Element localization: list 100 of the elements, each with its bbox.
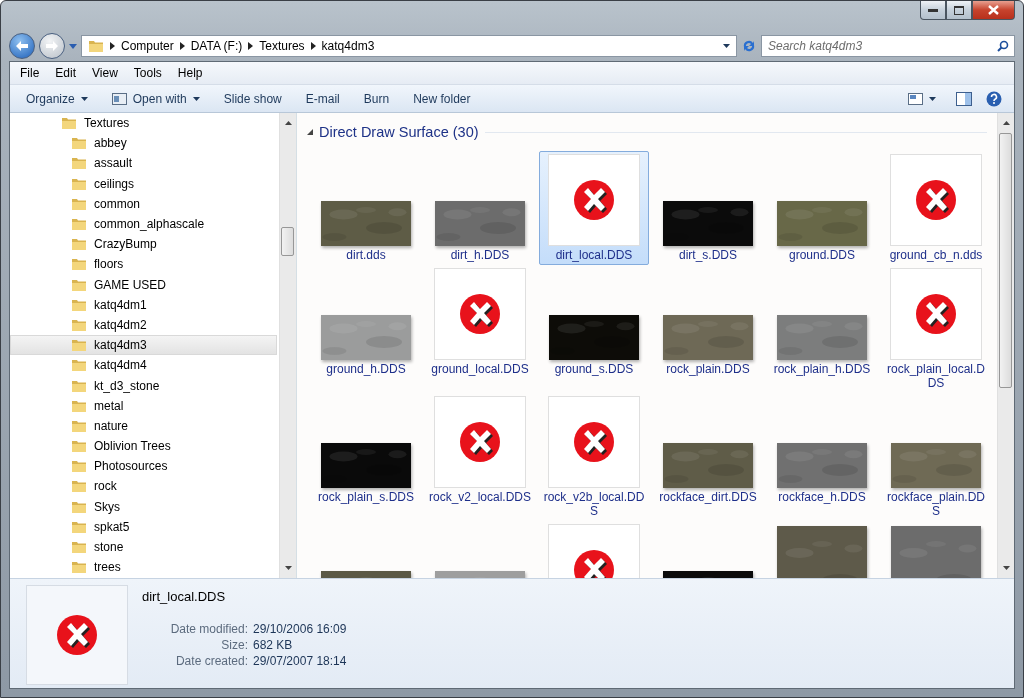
thumbnail-tile[interactable]: rockface_dirt.DDS	[653, 393, 763, 521]
folder-icon	[71, 519, 87, 534]
folder-icon	[71, 176, 87, 191]
menu-item[interactable]: Tools	[125, 66, 170, 80]
thumbnail-tile[interactable]: rock_plain.DDS	[653, 265, 763, 393]
scroll-up-icon[interactable]	[284, 121, 292, 125]
file-title: dirt_local.DDS	[142, 589, 227, 604]
folder-tree-item[interactable]: katq4dm4	[10, 355, 277, 376]
thumbnail-tile[interactable]: rockface_plain.DDS	[881, 393, 991, 521]
menu-item[interactable]: File	[12, 66, 48, 80]
menu-item[interactable]: Edit	[47, 66, 85, 80]
menu-item[interactable]: View	[84, 66, 126, 80]
error-icon	[55, 613, 99, 657]
folder-tree-item[interactable]: katq4dm3	[10, 335, 277, 356]
group-header[interactable]: Direct Draw Surface (30)	[319, 124, 479, 140]
forward-button[interactable]	[39, 33, 65, 59]
folder-tree-item[interactable]: kt_d3_stone	[10, 375, 277, 396]
thumbnail-tile[interactable]: dirt_h.DDS	[425, 151, 535, 265]
back-button[interactable]	[9, 33, 35, 59]
scrollbar[interactable]	[279, 113, 296, 578]
folder-tree-item[interactable]: katq4dm2	[10, 314, 277, 336]
folder-tree-item[interactable]: Skys	[10, 496, 277, 517]
folder-tree-item[interactable]: assault	[10, 153, 277, 174]
error-icon	[458, 292, 502, 336]
thumbnail-tile[interactable]: dirt.dds	[311, 151, 421, 265]
folder-tree-item[interactable]: katq4dm1	[10, 294, 277, 315]
chevron-icon[interactable]	[310, 42, 316, 50]
thumbnail-tile[interactable]: rock_plain_s.DDS	[311, 393, 421, 521]
thumbnail-tile[interactable]: ground.DDS	[767, 151, 877, 265]
thumbnail-tile[interactable]: ground_s.DDS	[539, 265, 649, 393]
folder-tree-item[interactable]: trees	[10, 557, 277, 578]
folder-tree-item[interactable]: GAME USED	[10, 274, 277, 295]
folder-icon	[88, 39, 104, 53]
forward-arrow-icon	[46, 41, 58, 51]
collapse-icon[interactable]	[307, 129, 313, 135]
close-icon	[988, 5, 999, 15]
folder-tree-item[interactable]: common	[10, 193, 277, 214]
folder-tree-item[interactable]: stone	[10, 536, 277, 558]
folder-icon	[71, 217, 87, 232]
chevron-icon[interactable]	[110, 42, 115, 50]
recent-pages-icon[interactable]	[69, 43, 77, 49]
folder-tree-item[interactable]: common_alphascale	[10, 213, 277, 235]
breadcrumb[interactable]: DATA (F:)	[190, 39, 243, 53]
property-label: Size:	[220, 638, 248, 652]
search-icon[interactable]	[997, 40, 1009, 52]
scroll-thumb[interactable]	[999, 133, 1012, 388]
maximize-icon	[954, 5, 964, 15]
folder-tree-item[interactable]: rock	[10, 476, 277, 497]
chevron-icon[interactable]	[179, 42, 185, 50]
preview-pane-icon[interactable]	[956, 91, 972, 106]
folder-icon	[71, 156, 87, 171]
maximize-button[interactable]	[946, 1, 972, 20]
property-value: 29/07/2007 18:14	[253, 654, 347, 668]
toolbar-button[interactable]: Open with	[99, 88, 212, 109]
thumbnail-tile[interactable]: ground_h.DDS	[311, 265, 421, 393]
folder-icon	[71, 136, 87, 151]
scrollbar[interactable]	[997, 113, 1014, 578]
minimize-icon	[928, 8, 938, 12]
folder-icon	[71, 398, 87, 413]
folder-tree-item[interactable]: abbey	[10, 133, 277, 154]
window-icon	[111, 92, 127, 105]
folder-icon	[71, 196, 87, 211]
folder-tree-item[interactable]: nature	[10, 415, 277, 436]
chevron-icon[interactable]	[248, 42, 254, 50]
folder-tree-item[interactable]: ceilings	[10, 173, 277, 194]
scroll-down-icon[interactable]	[284, 566, 292, 570]
folder-tree-item[interactable]: metal	[10, 395, 277, 416]
toolbar-button[interactable]: New folder	[401, 88, 483, 109]
scroll-down-icon[interactable]	[1002, 566, 1010, 570]
folder-icon	[71, 237, 87, 252]
scroll-up-icon[interactable]	[1002, 121, 1010, 125]
folder-tree-item[interactable]: spkat5	[10, 516, 277, 537]
menu-item[interactable]: Help	[169, 66, 211, 80]
thumbnail-tile[interactable]: dirt_local.DDS	[539, 151, 649, 265]
scroll-thumb[interactable]	[281, 227, 294, 256]
breadcrumb[interactable]: katq4dm3	[321, 39, 375, 53]
toolbar-button[interactable]: Burn	[351, 88, 402, 109]
toolbar-button[interactable]: Organize	[14, 88, 100, 109]
toolbar-button[interactable]: Slide show	[211, 88, 294, 109]
folder-icon	[71, 378, 87, 393]
folder-icon	[71, 499, 87, 514]
breadcrumb[interactable]: Computer	[121, 39, 174, 53]
folder-tree-item[interactable]: Textures	[10, 113, 277, 134]
folder-icon	[71, 277, 87, 292]
folder-tree-item[interactable]: Photosources	[10, 456, 277, 477]
folder-icon	[71, 358, 87, 373]
close-button[interactable]	[972, 1, 1015, 20]
folder-tree-item[interactable]: floors	[10, 254, 277, 275]
breadcrumb[interactable]: Textures	[259, 39, 305, 53]
thumbnail-tile[interactable]: dirt_s.DDS	[653, 151, 763, 265]
folder-tree-item[interactable]: CrazyBump	[10, 234, 277, 255]
search-field[interactable]: Search katq4dm3	[761, 35, 1015, 57]
caret-icon	[80, 96, 88, 101]
thumbnail-tile[interactable]: rock_plain_h.DDS	[767, 265, 877, 393]
address-bar[interactable]: Computer DATA (F:) Textures katq4dm3	[81, 35, 737, 57]
thumbnail-tile[interactable]: rockface_h.DDS	[767, 393, 877, 521]
help-icon[interactable]	[986, 90, 1002, 107]
folder-tree-item[interactable]: Oblivion Trees	[10, 436, 277, 457]
toolbar-button[interactable]: E-mail	[293, 88, 352, 109]
minimize-button[interactable]	[920, 1, 946, 20]
